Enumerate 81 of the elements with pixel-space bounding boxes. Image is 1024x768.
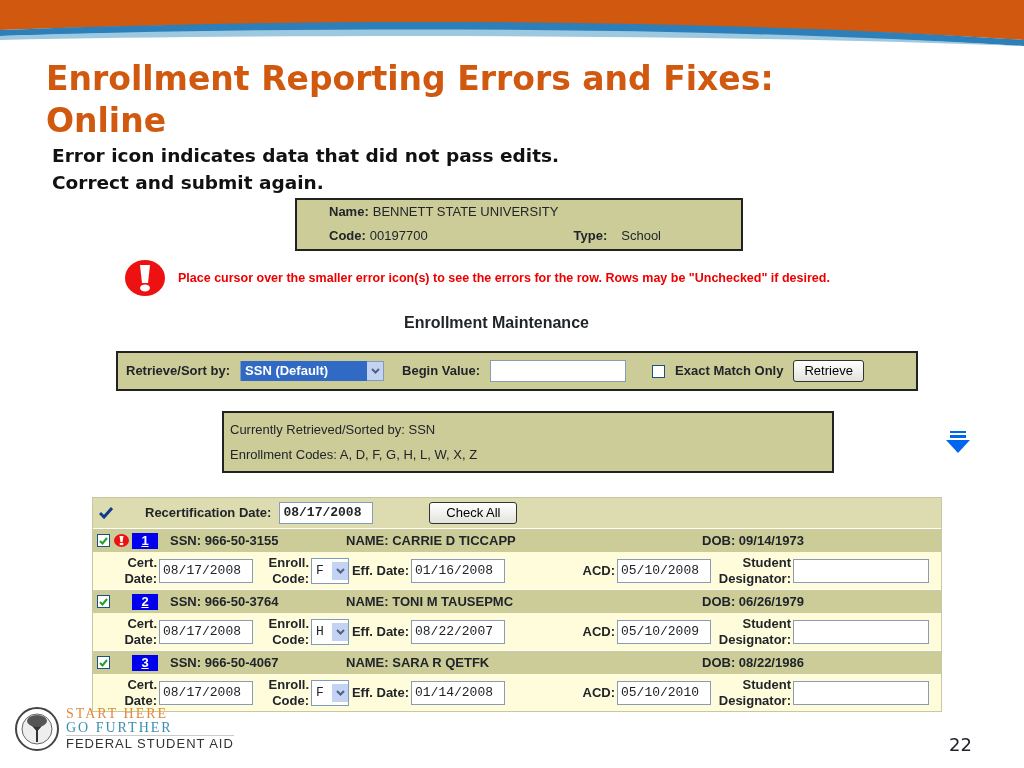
field-label: ACD:	[581, 562, 616, 579]
caret-icon[interactable]	[335, 628, 345, 635]
sort-label: Retrieve/Sort by:	[126, 362, 231, 381]
date-field[interactable]: 01/16/2008	[411, 558, 505, 583]
field-label: Enroll. Code:	[267, 554, 310, 587]
ssn-text: SSN: 966-50-3764	[170, 592, 280, 611]
date-field[interactable]: 08/22/2007	[411, 619, 505, 644]
field-label: Cert. Date:	[123, 676, 158, 708]
designator-field[interactable]	[793, 680, 929, 705]
field-label: Enroll. Code:	[267, 615, 310, 648]
retrieve-button[interactable]: Retrieve	[793, 360, 864, 382]
slide-subtitle: Correct and submit again.	[52, 171, 325, 195]
enroll-code-select[interactable]: F	[311, 557, 349, 584]
info-text: Enrollment Codes: A, D, F, G, H, L, W, X, Z	[230, 446, 479, 464]
checkmark-icon[interactable]	[99, 507, 113, 519]
field-label: Enroll. Code:	[267, 676, 310, 709]
slide-title: Enrollment Reporting Errors and Fixes: Online	[46, 58, 775, 142]
field-label: Eff. Date:	[350, 623, 410, 640]
slide-subtitle: Error icon indicates data that did not pass edits.	[52, 144, 561, 168]
section-title: Enrollment Maintenance	[404, 313, 590, 333]
sort-select[interactable]: SSN (Default)	[240, 361, 385, 381]
dob-text: DOB: 08/22/1986	[702, 653, 804, 672]
down-arrow-icon[interactable]	[946, 431, 970, 453]
field-label: Eff. Date:	[350, 684, 410, 701]
check-all-button[interactable]: Check All	[429, 502, 518, 524]
dob-text: DOB: 09/14/1973	[702, 531, 804, 550]
caret-icon[interactable]	[335, 689, 345, 696]
date-field[interactable]: 01/14/2008	[411, 680, 505, 705]
enroll-code-select[interactable]: H	[311, 618, 349, 645]
row-checkbox[interactable]	[97, 595, 110, 608]
ssn-text: SSN: 966-50-4067	[170, 653, 280, 672]
begin-value-field[interactable]	[490, 360, 627, 382]
designator-field[interactable]	[793, 558, 929, 583]
caret-icon[interactable]	[335, 567, 345, 574]
seal-icon	[14, 706, 60, 752]
dob-text: DOB: 06/26/1979	[702, 592, 804, 611]
enroll-code-select[interactable]: F	[311, 679, 349, 706]
school-name: BENNETT STATE UNIVERSITY	[372, 203, 559, 221]
code-label: Code:	[329, 226, 366, 245]
student-name: NAME: TONI M TAUSEPMC	[346, 592, 515, 611]
student-name: NAME: SARA R QETFK	[346, 653, 491, 672]
recert-date-field[interactable]: 08/17/2008	[279, 502, 374, 524]
field-label: Student Designator:	[717, 554, 792, 587]
field-label: Cert. Date:	[123, 554, 158, 587]
designator-field[interactable]	[793, 619, 929, 644]
date-field[interactable]: 05/10/2009	[617, 619, 711, 644]
page-number: 22	[949, 733, 972, 757]
date-field[interactable]: 05/10/2010	[617, 680, 711, 705]
field-label: Cert. Date:	[123, 615, 158, 648]
logo-tagline: START HERE	[66, 706, 170, 721]
caret-icon[interactable]	[370, 368, 380, 374]
date-field[interactable]: 08/17/2008	[159, 619, 253, 644]
field-label: Student Designator:	[717, 615, 792, 648]
logo-tagline: GO FURTHER	[66, 720, 174, 735]
recert-label: Recertification Date:	[145, 504, 272, 523]
logo-wordmark: FEDERAL STUDENT AID	[66, 734, 234, 752]
begin-value-label: Begin Value:	[402, 362, 481, 381]
error-icon	[124, 259, 166, 297]
name-label: Name:	[329, 203, 369, 221]
school-type: School	[621, 226, 661, 245]
row-checkbox[interactable]	[97, 656, 110, 669]
field-label: Student Designator:	[717, 676, 792, 709]
type-label: Type:	[573, 226, 608, 245]
row-checkbox[interactable]	[97, 534, 110, 547]
exact-match-checkbox[interactable]	[652, 364, 666, 378]
ssn-text: SSN: 966-50-3155	[170, 531, 280, 550]
field-label: ACD:	[581, 684, 616, 701]
error-message: Place cursor over the smaller error icon(s) to see the errors for the row. Rows may be "Unchecked" if desired.	[178, 269, 830, 287]
field-label: ACD:	[581, 623, 616, 640]
exact-match-label: Exact Match Only	[675, 362, 784, 381]
date-field[interactable]: 08/17/2008	[159, 558, 253, 583]
record-number-link[interactable]: 3	[132, 654, 158, 671]
record-number-link[interactable]: 1	[132, 532, 158, 549]
record-number-link[interactable]: 2	[132, 593, 158, 610]
date-field[interactable]: 05/10/2008	[617, 558, 711, 583]
field-label: Eff. Date:	[350, 562, 410, 579]
row-error-icon[interactable]	[113, 534, 129, 547]
school-code: 00197700	[369, 226, 428, 245]
date-field[interactable]: 08/17/2008	[159, 680, 253, 705]
info-text: Currently Retrieved/Sorted by: SSN	[230, 421, 437, 439]
student-name: NAME: CARRIE D TICCAPP	[346, 531, 517, 550]
